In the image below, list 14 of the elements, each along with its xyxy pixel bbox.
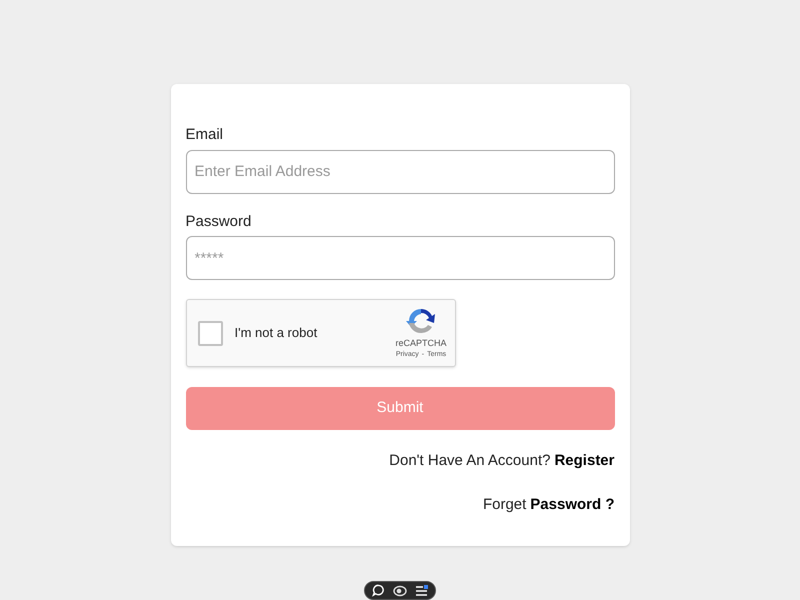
captcha-checkbox[interactable] — [198, 320, 222, 346]
chat-icon[interactable] — [372, 584, 385, 597]
field-label: Email — [186, 125, 224, 145]
field-label: Password — [186, 212, 252, 232]
toggle-icon[interactable] — [393, 584, 407, 596]
input-field[interactable]: Enter Email Address — [186, 150, 614, 194]
forgot-prompt: Forget — [482, 494, 526, 514]
captcha-label: I'm not a robot — [234, 324, 318, 342]
captcha-brand: reCAPTCHA — [395, 336, 446, 350]
account-prompt: Don't Have An Account? — [389, 451, 550, 471]
input-field[interactable]: ***** — [186, 236, 614, 280]
register-link[interactable]: Register — [554, 450, 614, 472]
menu-icon[interactable] — [415, 584, 428, 596]
password-link[interactable]: Password ? — [530, 494, 614, 516]
